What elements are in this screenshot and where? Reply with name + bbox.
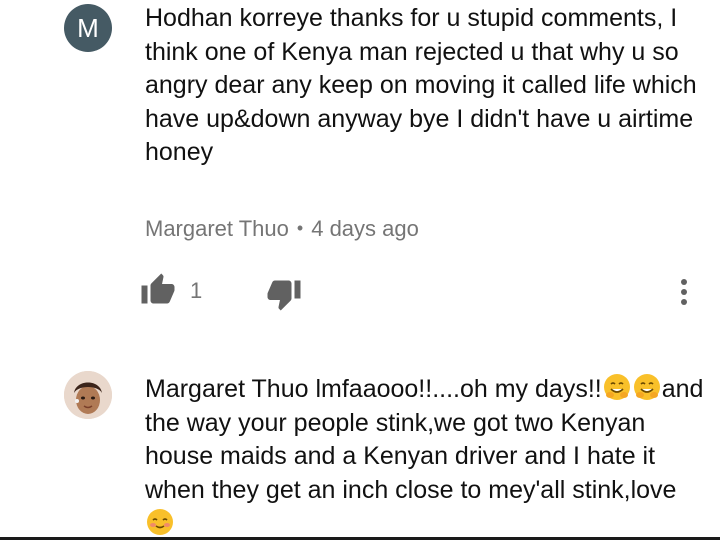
like-count: 1 — [190, 278, 203, 303]
comment-timestamp: 4 days ago — [311, 216, 419, 241]
comment-item: M Hodhan korreye thanks for u stupid com… — [0, 0, 720, 340]
comment-author[interactable]: Margaret Thuo — [145, 216, 289, 241]
comment-meta: Margaret Thuo • 4 days ago — [145, 214, 419, 245]
comment-text-part: y'all stink,love — [523, 475, 677, 504]
avatar-photo-icon — [64, 371, 112, 419]
avatar[interactable]: M — [64, 4, 112, 52]
comment-actions: 1 — [0, 270, 720, 314]
dislike-button[interactable] — [266, 276, 310, 316]
more-vert-icon — [681, 279, 687, 305]
meta-separator: • — [296, 218, 304, 238]
thumbs-down-icon — [267, 280, 301, 311]
hugging-face-emoji — [603, 374, 630, 400]
thumbs-up-icon — [141, 273, 175, 304]
more-options-button[interactable] — [668, 274, 700, 314]
hugging-face-emoji — [633, 374, 660, 400]
like-button[interactable] — [140, 272, 184, 312]
comment-text-part: lmfaaooo!!....oh my days!! — [308, 375, 602, 403]
comment-text: Hodhan korreye thanks for u stupid comme… — [145, 4, 697, 166]
comment-item: Margaret Thuo lmfaaooo!!....oh my days!!… — [0, 362, 720, 540]
comment-text: Margaret Thuo lmfaaooo!!....oh my days!!… — [145, 372, 705, 542]
avatar[interactable] — [64, 371, 112, 419]
mention-link[interactable]: Margaret Thuo — [145, 375, 309, 403]
blushing-smiley-emoji — [147, 509, 173, 535]
